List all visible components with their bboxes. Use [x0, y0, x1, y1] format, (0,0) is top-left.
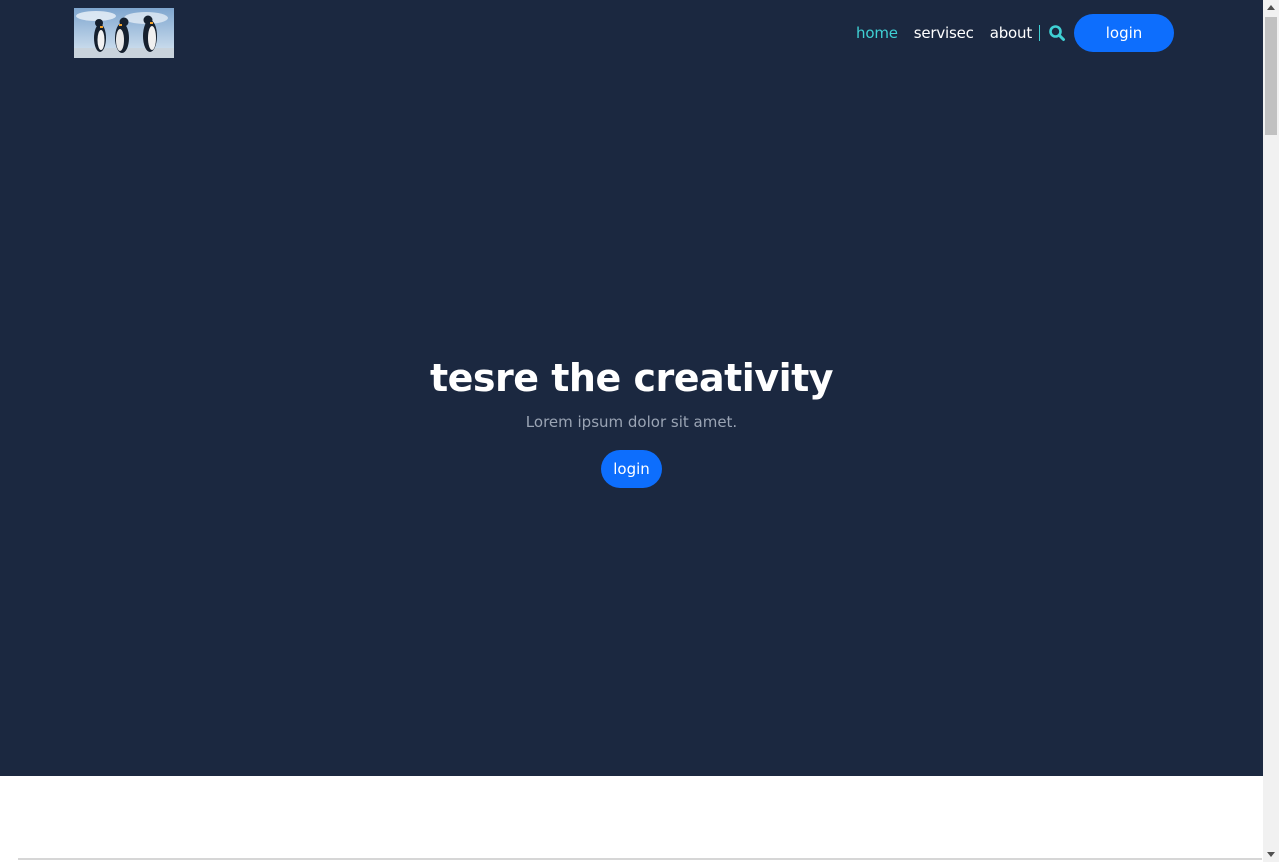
scrollbar-thumb[interactable]	[1265, 17, 1277, 135]
header-login-button[interactable]: login	[1074, 14, 1174, 52]
hero-content: tesre the creativity Lorem ipsum dolor s…	[0, 354, 1263, 488]
scroll-down-arrow-icon[interactable]	[1267, 852, 1275, 857]
vertical-scrollbar[interactable]	[1263, 0, 1279, 862]
nav-link-about[interactable]: about	[990, 24, 1032, 42]
penguins-logo-image	[74, 8, 174, 58]
scroll-up-arrow-icon[interactable]	[1267, 5, 1275, 10]
nav-divider	[1039, 25, 1040, 41]
hero-title: tesre the creativity	[429, 356, 834, 400]
nav-link-servisec[interactable]: servisec	[914, 24, 974, 42]
nav-link-home[interactable]: home	[856, 24, 898, 42]
search-icon[interactable]	[1048, 24, 1066, 42]
main-nav: home servisec about login	[856, 14, 1174, 52]
hero-subtitle: Lorem ipsum dolor sit amet.	[525, 413, 738, 431]
section-divider	[18, 858, 1262, 860]
hero-section: home servisec about login tesre the crea…	[0, 0, 1263, 776]
logo[interactable]	[74, 8, 174, 58]
hero-login-button[interactable]: login	[601, 450, 662, 488]
